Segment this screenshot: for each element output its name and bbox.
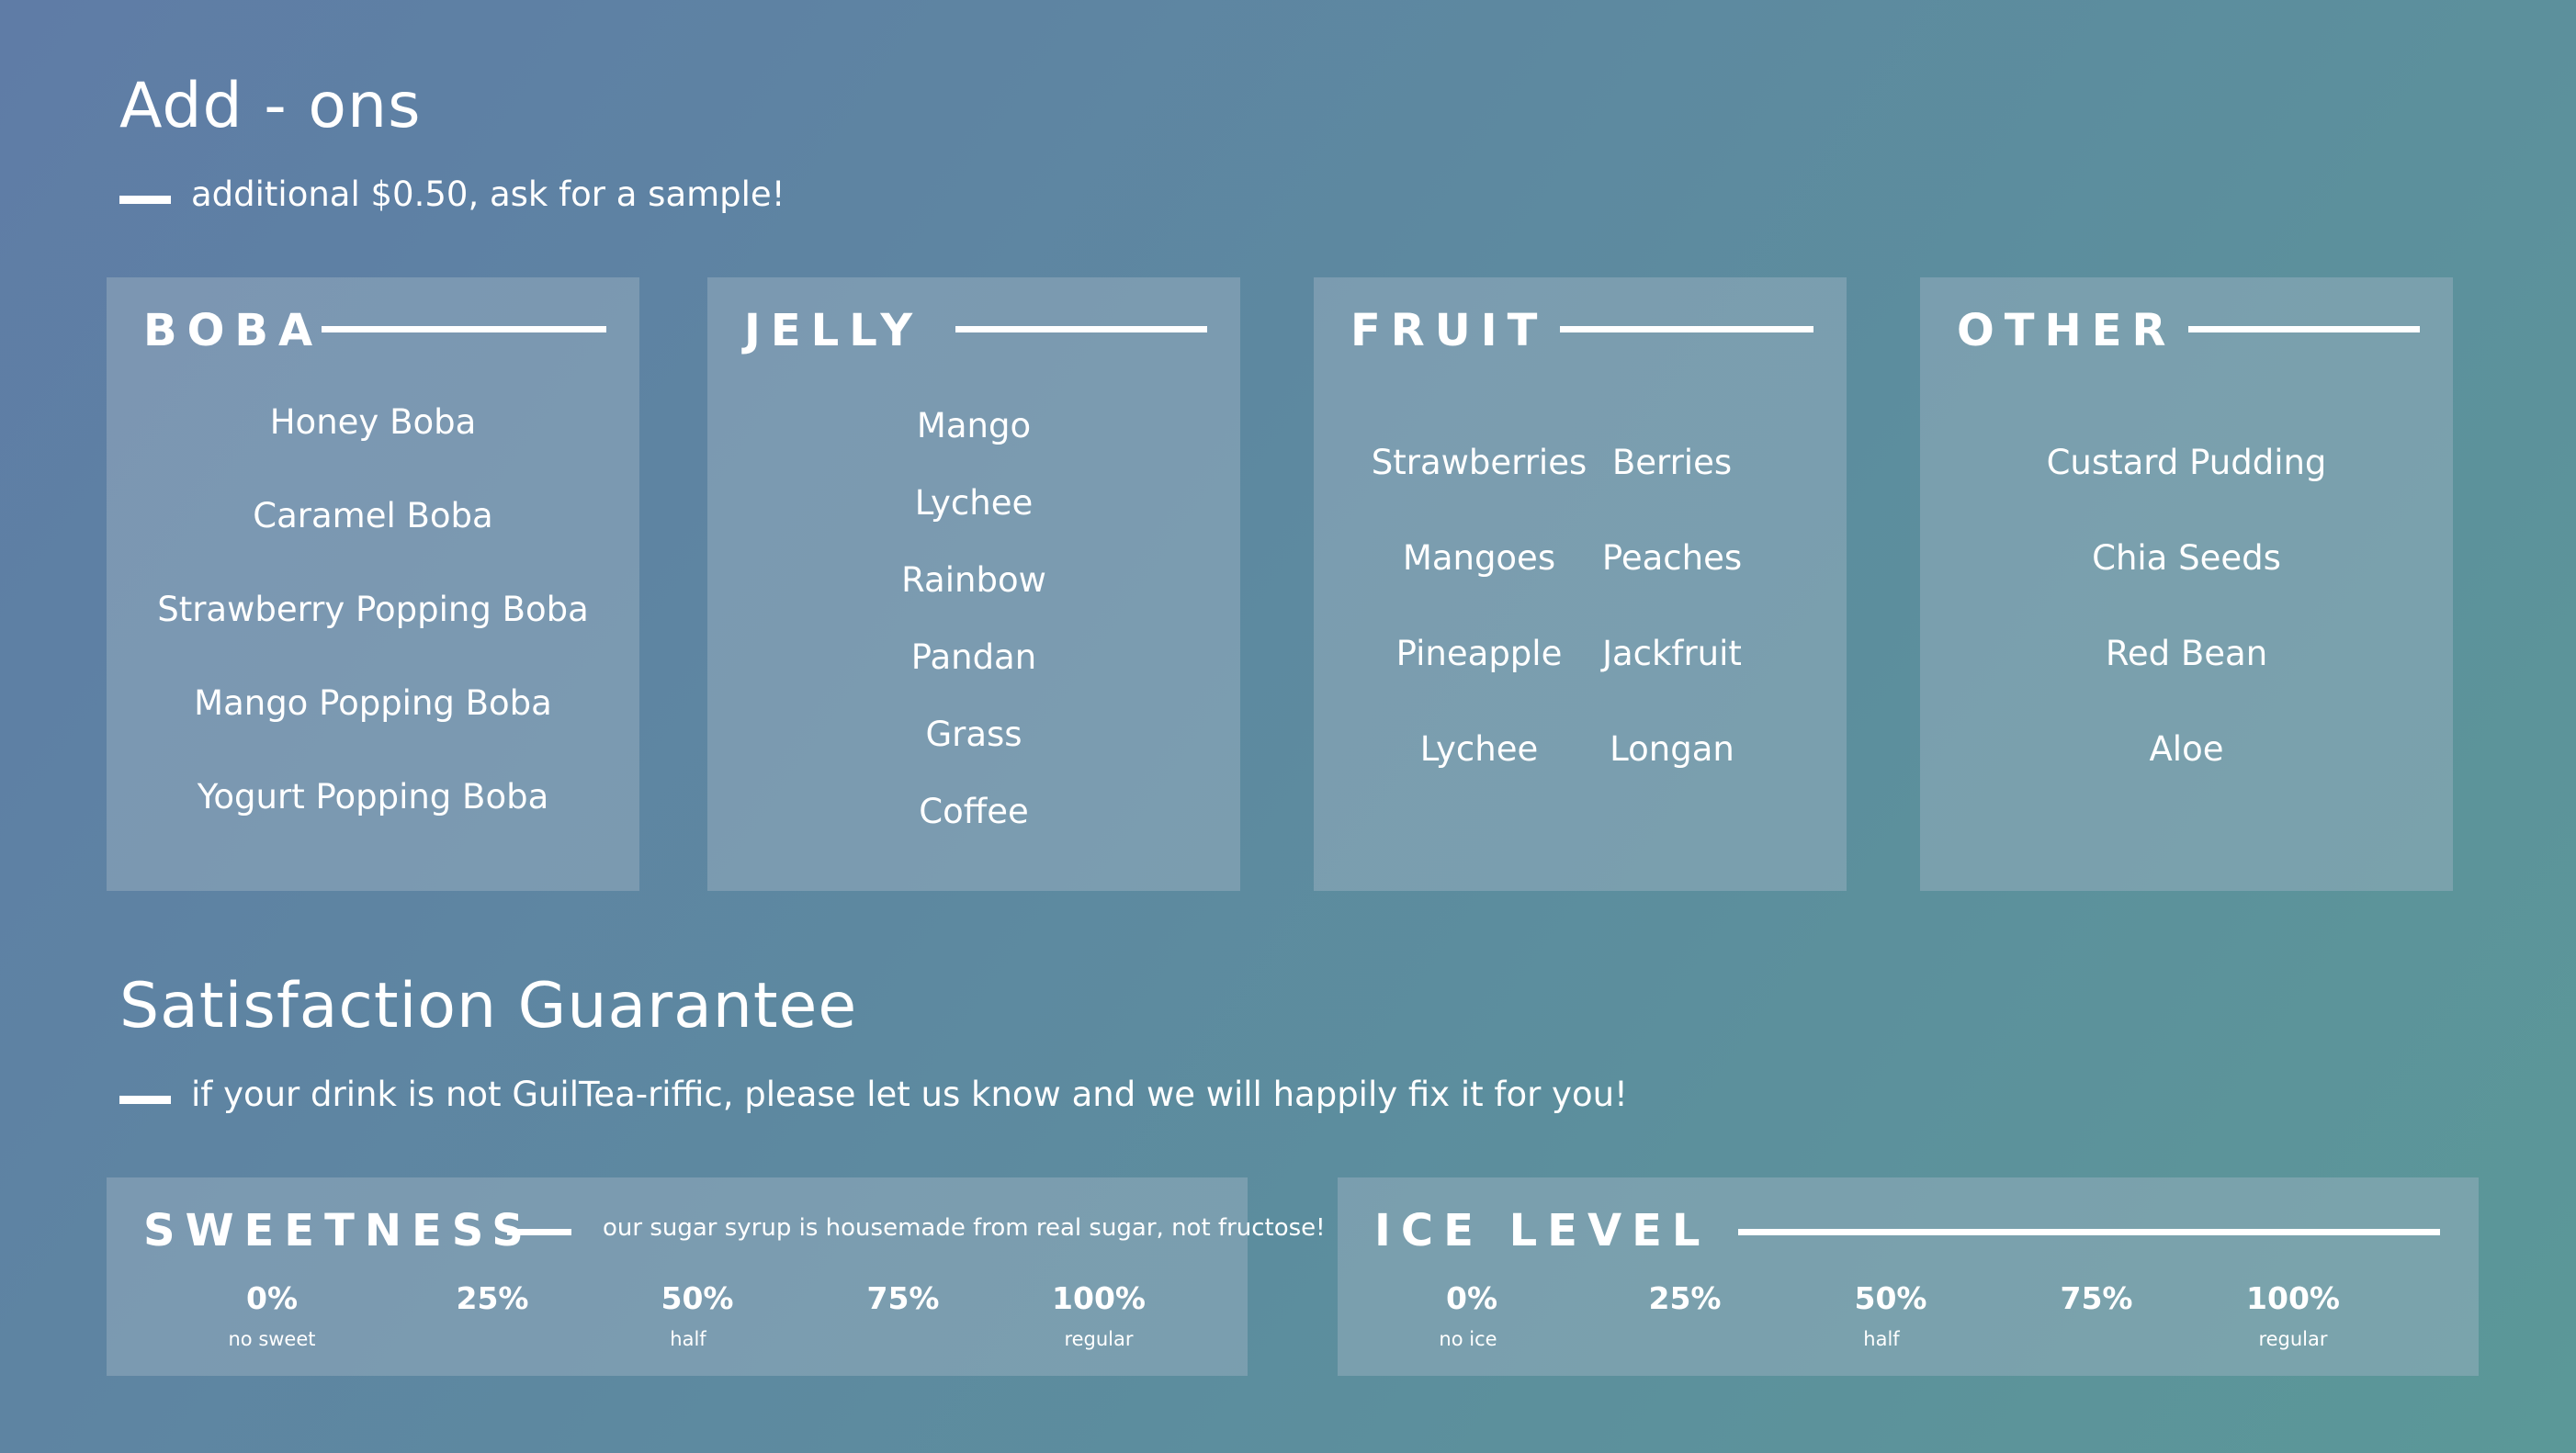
- guarantee-dash: [119, 1096, 171, 1104]
- other-title: OTHER: [1957, 305, 2176, 356]
- list-item: Rainbow: [901, 560, 1046, 600]
- sweetness-level-caption: half: [670, 1328, 706, 1350]
- ice-level-value: 25%: [1648, 1280, 1722, 1316]
- list-item: Yogurt Popping Boba: [197, 777, 549, 817]
- list-item: Pineapple: [1395, 634, 1563, 673]
- sweetness-level-caption: no sweet: [228, 1328, 316, 1350]
- sweetness-note: our sugar syrup is housemade from real s…: [603, 1214, 1326, 1242]
- ice-level-value: 75%: [2060, 1280, 2133, 1316]
- list-item: Chia Seeds: [2092, 538, 2281, 578]
- list-item: Jackfruit: [1602, 634, 1742, 673]
- list-item: Peaches: [1601, 538, 1743, 578]
- ice-level-value: 100%: [2246, 1280, 2340, 1316]
- list-item: Pandan: [910, 637, 1037, 677]
- addons-subtitle: additional $0.50, ask for a sample!: [191, 175, 785, 214]
- fruit-title: FRUIT: [1350, 305, 1548, 356]
- boba-rule: [322, 326, 606, 332]
- ice-title: ICE LEVEL: [1374, 1205, 1711, 1256]
- fruit-card: FRUIT Strawberries Berries Mangoes Peach…: [1314, 277, 1847, 891]
- sweetness-level-value: 50%: [661, 1280, 734, 1316]
- list-item: Longan: [1610, 729, 1734, 769]
- boba-card: BOBA Honey Boba Caramel Boba Strawberry …: [107, 277, 639, 891]
- list-item: Honey Boba: [269, 402, 477, 442]
- other-card: OTHER Custard Pudding Chia Seeds Red Bea…: [1920, 277, 2453, 891]
- ice-level-value: 0%: [1445, 1280, 1498, 1316]
- boba-title: BOBA: [143, 305, 323, 356]
- jelly-title: JELLY: [744, 305, 923, 356]
- other-rule: [2188, 326, 2420, 332]
- list-item: Mango: [916, 406, 1032, 445]
- sweetness-rule: [507, 1229, 571, 1235]
- ice-level-value: 50%: [1854, 1280, 1927, 1316]
- list-item: Custard Pudding: [2046, 443, 2327, 482]
- guarantee-title: Satisfaction Guarantee: [119, 970, 858, 1042]
- sweetness-level-value: 100%: [1052, 1280, 1146, 1316]
- list-item: Strawberry Popping Boba: [157, 590, 589, 629]
- list-item: Lychee: [1419, 729, 1539, 769]
- sweetness-title: SWEETNESS: [143, 1205, 534, 1256]
- fruit-rule: [1560, 326, 1813, 332]
- ice-level-caption: half: [1863, 1328, 1900, 1350]
- list-item: Caramel Boba: [253, 496, 493, 535]
- ice-rule: [1738, 1229, 2440, 1235]
- list-item: Berries: [1611, 443, 1733, 482]
- jelly-card: JELLY Mango Lychee Rainbow Pandan Grass …: [707, 277, 1240, 891]
- list-item: Red Bean: [2105, 634, 2268, 673]
- guarantee-subtitle: if your drink is not GuilTea-riffic, ple…: [191, 1075, 1628, 1114]
- ice-level-caption: regular: [2258, 1328, 2328, 1350]
- sweetness-level-value: 0%: [245, 1280, 299, 1316]
- sweetness-level-value: 75%: [866, 1280, 940, 1316]
- sweetness-level-value: 25%: [456, 1280, 529, 1316]
- list-item: Grass: [925, 715, 1022, 754]
- list-item: Mango Popping Boba: [194, 683, 552, 723]
- ice-panel: ICE LEVEL 0% no ice 25% 50% half 75% 100…: [1338, 1177, 2479, 1376]
- addons-title: Add - ons: [119, 70, 422, 142]
- addons-dash: [119, 196, 171, 204]
- sweetness-panel: SWEETNESS our sugar syrup is housemade f…: [107, 1177, 1326, 1376]
- menu-board: { "addons": { "title": "Add - ons", "sub…: [0, 0, 2576, 1453]
- list-item: Strawberries: [1371, 443, 1587, 482]
- list-item: Mangoes: [1402, 538, 1556, 578]
- list-item: Coffee: [919, 792, 1029, 831]
- ice-level-caption: no ice: [1439, 1328, 1497, 1350]
- list-item: Lychee: [914, 483, 1034, 523]
- jelly-rule: [955, 326, 1207, 332]
- sweetness-level-caption: regular: [1064, 1328, 1134, 1350]
- list-item: Aloe: [2149, 729, 2224, 769]
